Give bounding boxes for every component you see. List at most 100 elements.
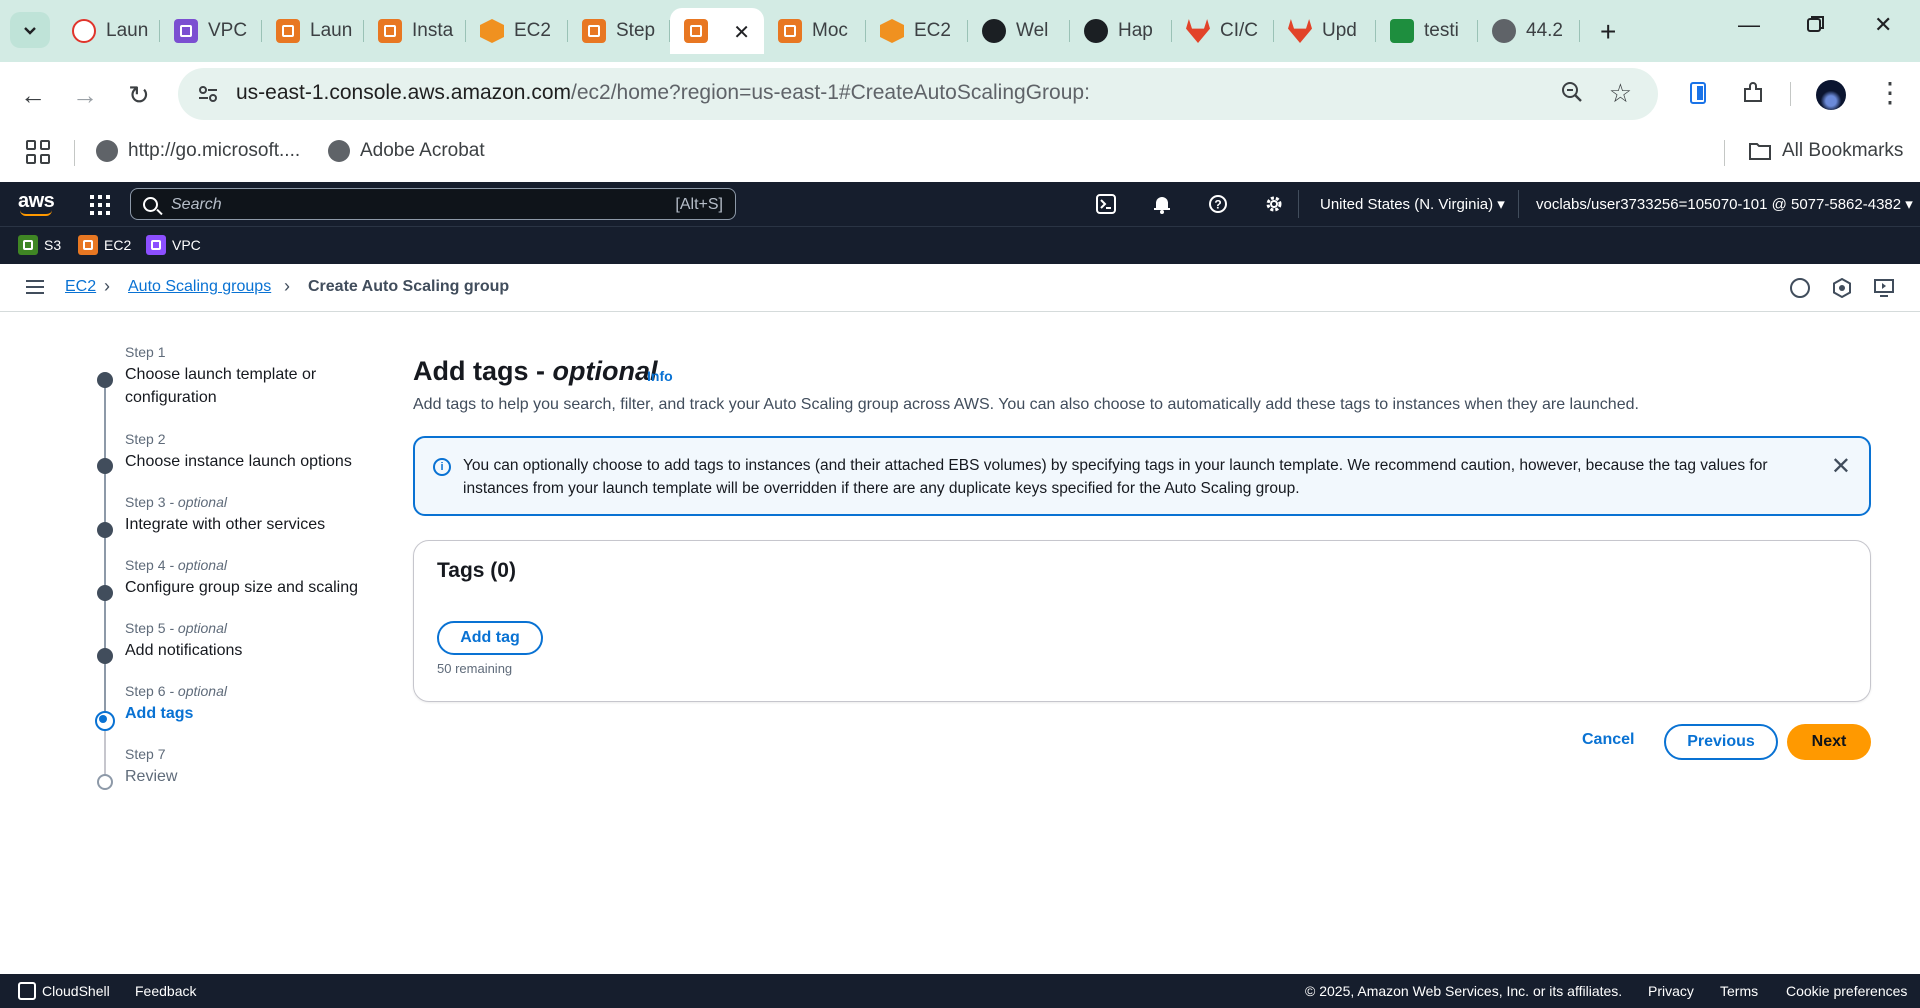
info-panel-icon[interactable] <box>1790 278 1810 298</box>
browser-tab[interactable]: Moc <box>764 8 866 54</box>
more-menu-icon[interactable]: ⋮ <box>1876 76 1904 109</box>
browser-tab[interactable]: EC2 <box>466 8 568 54</box>
page-title: Add tags - optional <box>413 356 658 386</box>
tab-title: EC2 <box>514 20 551 41</box>
account-menu[interactable]: voclabs/user3733256=105070-101 @ 5077-58… <box>1536 195 1913 213</box>
step-6[interactable]: Step 6 - optional Add tags <box>90 683 227 731</box>
side-panel-icon[interactable] <box>1686 80 1712 106</box>
service-label: S3 <box>44 237 62 253</box>
footer-privacy[interactable]: Privacy <box>1648 983 1694 999</box>
tags-panel: Tags (0) Add tag 50 remaining <box>413 540 1871 702</box>
close-window-icon[interactable]: ✕ <box>1874 12 1892 38</box>
footer-cloudshell[interactable]: CloudShell <box>42 983 110 999</box>
bookmark-microsoft[interactable]: http://go.microsoft.... <box>96 140 300 162</box>
service-s3[interactable]: S3 <box>18 235 61 255</box>
breadcrumb-current: Create Auto Scaling group <box>308 278 510 295</box>
bookmark-star-icon[interactable]: ☆ <box>1609 78 1632 109</box>
step-4[interactable]: Step 4 - optional Configure group size a… <box>90 557 358 601</box>
help-icon[interactable]: ? <box>1208 194 1228 214</box>
region-selector[interactable]: United States (N. Virginia) ▾ <box>1320 195 1505 213</box>
address-bar[interactable]: us-east-1.console.aws.amazon.com/ec2/hom… <box>178 68 1658 120</box>
apps-grid-icon[interactable] <box>26 140 50 164</box>
minimize-icon[interactable]: — <box>1738 12 1760 38</box>
dismiss-alert-close-icon[interactable]: ✕ <box>1831 452 1851 481</box>
step-title: Add tags <box>125 705 194 722</box>
gitlab-icon <box>1288 19 1312 43</box>
url-host: us-east-1.console.aws.amazon.com <box>236 81 571 104</box>
info-link[interactable]: Info <box>647 368 673 384</box>
aws-top-nav: aws Search [Alt+S] ? United States (N. V… <box>0 182 1920 226</box>
extensions-icon[interactable] <box>1740 80 1766 106</box>
step-number: Step 2 <box>125 431 166 447</box>
settings-gear-icon[interactable] <box>1264 194 1284 214</box>
url-text[interactable]: us-east-1.console.aws.amazon.com/ec2/hom… <box>236 81 1090 105</box>
globe-icon <box>328 140 350 162</box>
aws-logo-text: aws <box>18 190 55 212</box>
tutorials-icon[interactable] <box>1874 278 1894 298</box>
browser-tab[interactable]: Insta <box>364 8 466 54</box>
browser-tab[interactable]: 44.2 <box>1478 8 1580 54</box>
cancel-button[interactable]: Cancel <box>1582 731 1634 749</box>
browser-tab[interactable]: Wel <box>968 8 1070 54</box>
tab-title: CI/C <box>1220 20 1258 41</box>
console-footer: CloudShell Feedback © 2025, Amazon Web S… <box>0 974 1920 1008</box>
browser-tab[interactable]: VPC <box>160 8 262 54</box>
globe-icon <box>1492 19 1516 43</box>
tab-title: Upd <box>1322 20 1357 41</box>
service-ec2[interactable]: EC2 <box>78 235 131 255</box>
profile-avatar[interactable] <box>1816 80 1846 110</box>
step-3[interactable]: Step 3 - optional Integrate with other s… <box>90 494 325 538</box>
browser-tab[interactable]: Hap <box>1070 8 1172 54</box>
bookmarks-bar: http://go.microsoft.... Adobe Acrobat Al… <box>0 126 1920 182</box>
resources-icon[interactable] <box>1832 278 1852 298</box>
browser-tab[interactable]: Upd <box>1274 8 1376 54</box>
step-1[interactable]: Step 1 Choose launch template or configur… <box>90 344 316 409</box>
services-menu-icon[interactable] <box>90 195 110 215</box>
bookmark-adobe-acrobat[interactable]: Adobe Acrobat <box>328 140 485 162</box>
step-number: Step 5 - optional <box>125 620 227 636</box>
footer-feedback[interactable]: Feedback <box>135 983 196 999</box>
step-5[interactable]: Step 5 - optional Add notifications <box>90 620 242 664</box>
footer-copyright: © 2025, Amazon Web Services, Inc. or its… <box>1305 983 1623 999</box>
forward-icon[interactable]: → <box>72 80 98 111</box>
browser-tab[interactable]: ✕ <box>670 8 764 54</box>
browser-tab[interactable]: EC2 <box>866 8 968 54</box>
tab-title: Step <box>616 20 656 41</box>
cloudshell-icon[interactable] <box>1096 194 1116 214</box>
aws-search-input[interactable]: Search [Alt+S] <box>130 188 736 220</box>
new-tab-button[interactable]: + <box>1600 16 1616 48</box>
browser-tab[interactable]: Step <box>568 8 670 54</box>
reload-icon[interactable]: ↻ <box>128 80 150 111</box>
browser-tab[interactable]: testi <box>1376 8 1478 54</box>
close-tab-icon[interactable]: ✕ <box>733 20 750 45</box>
browser-tab[interactable]: CI/C <box>1172 8 1274 54</box>
step-complete-icon <box>97 372 113 388</box>
footer-cookie-preferences[interactable]: Cookie preferences <box>1786 983 1907 999</box>
add-tag-button[interactable]: Add tag <box>437 621 543 655</box>
notifications-bell-icon[interactable] <box>1152 194 1172 214</box>
breadcrumb-ec2[interactable]: EC2 <box>65 278 96 296</box>
service-vpc[interactable]: VPC <box>146 235 201 255</box>
all-bookmarks[interactable]: All Bookmarks <box>1748 140 1903 162</box>
zoom-icon[interactable] <box>1560 80 1584 111</box>
step-complete-icon <box>97 458 113 474</box>
site-info-icon[interactable] <box>196 82 220 106</box>
tab-search-button[interactable] <box>10 12 50 48</box>
step-2[interactable]: Step 2 Choose instance launch options <box>90 431 352 474</box>
browser-tab[interactable]: Laun <box>262 8 364 54</box>
browser-tab[interactable]: Laun <box>58 8 160 54</box>
browser-tab-strip: Laun VPC Laun Insta EC2 Step ✕ Moc EC2 Wel Hap CI/C… <box>0 0 1920 62</box>
step-7: Step 7 Review <box>90 746 177 790</box>
bookmarks-divider <box>1724 140 1725 166</box>
breadcrumb-auto-scaling-groups[interactable]: Auto Scaling groups <box>128 278 271 296</box>
previous-button[interactable]: Previous <box>1664 724 1778 760</box>
side-nav-menu-icon[interactable] <box>26 280 44 294</box>
step-title: Choose launch template or configuration <box>125 366 317 406</box>
restore-icon[interactable] <box>1806 14 1826 40</box>
aws-logo[interactable]: aws <box>18 190 55 216</box>
ec2-icon <box>684 19 708 43</box>
footer-terms[interactable]: Terms <box>1720 983 1758 999</box>
back-icon[interactable]: ← <box>20 80 46 111</box>
next-button[interactable]: Next <box>1787 724 1871 760</box>
breadcrumb: EC2 › Auto Scaling groups › Create Auto … <box>0 264 1920 312</box>
